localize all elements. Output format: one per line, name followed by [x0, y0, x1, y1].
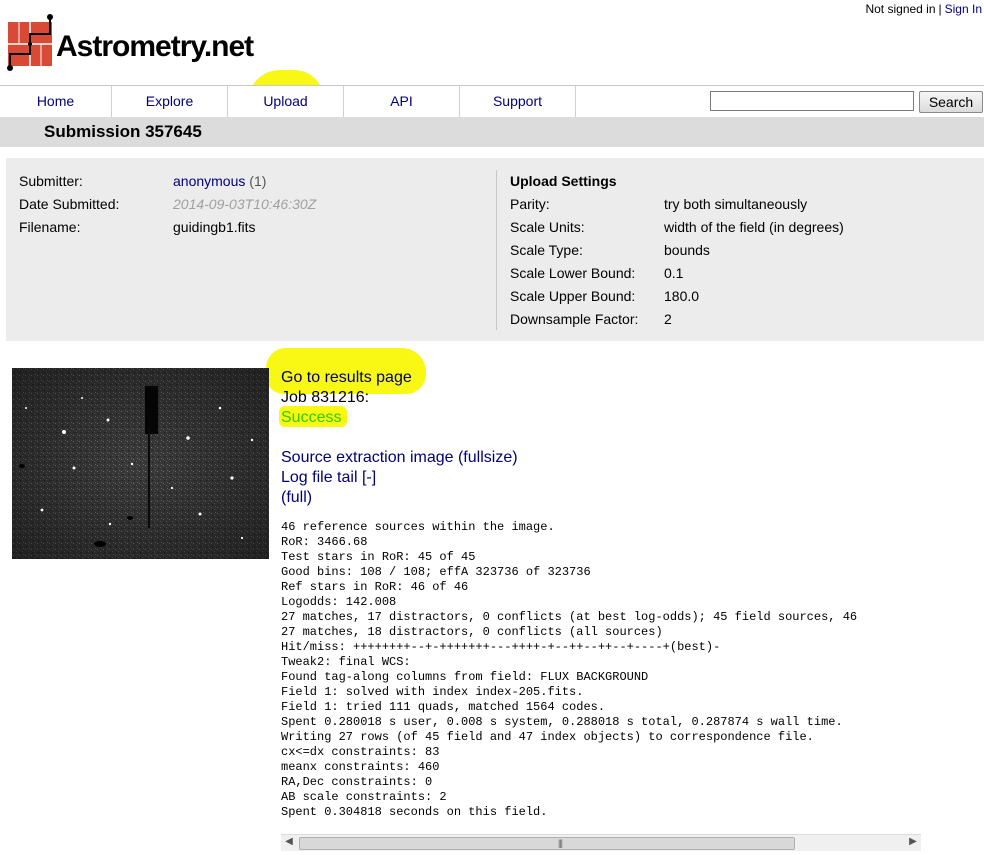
log-line: Field 1: tried 111 quads, matched 1564 c… [281, 700, 606, 714]
log-line: Tweak2: final WCS: [281, 655, 411, 669]
log-line: Test stars in RoR: 45 of 45 [281, 550, 476, 564]
auth-separator: | [938, 2, 942, 16]
scroll-left-icon[interactable]: ◀ [281, 836, 297, 847]
downsample-value: 2 [664, 311, 672, 327]
log-full-link[interactable]: (full) [281, 489, 312, 507]
date-label: Date Submitted: [19, 196, 120, 212]
page-title: Submission 357645 [44, 122, 202, 141]
submitter-link[interactable]: anonymous [173, 173, 245, 189]
log-line: Ref stars in RoR: 46 of 46 [281, 580, 469, 594]
log-line: Hit/miss: ++++++++--+-+++++++---++++-+--… [281, 640, 721, 654]
log-line: Spent 0.280018 s user, 0.008 s system, 0… [281, 715, 843, 729]
upload-settings-heading: Upload Settings [510, 173, 617, 189]
logo-text: Astrometry.net [56, 30, 254, 63]
main-nav: Home Explore Upload API Support Search [0, 85, 984, 118]
scale-lower-label: Scale Lower Bound: [510, 265, 636, 281]
log-line: AB scale constraints: 2 [281, 790, 447, 804]
auth-status: Not signed in | Sign In [865, 2, 982, 16]
tab-explore[interactable]: Explore [112, 86, 228, 117]
log-horizontal-scrollbar[interactable]: ◀ ||| ▶ [281, 834, 921, 851]
job-label: Job 831216: [281, 389, 370, 406]
tab-support[interactable]: Support [460, 86, 576, 117]
scrollbar-thumb[interactable]: ||| [299, 837, 795, 850]
scale-upper-label: Scale Upper Bound: [510, 288, 636, 304]
submitter-value: anonymous (1) [173, 173, 266, 189]
scroll-right-icon[interactable]: ▶ [905, 836, 921, 847]
log-line: 27 matches, 18 distractors, 0 conflicts … [281, 625, 663, 639]
log-line: Spent 0.304818 seconds on this field. [281, 805, 548, 819]
tab-api[interactable]: API [344, 86, 460, 117]
log-line: 46 reference sources within the image. [281, 520, 555, 534]
title-bar: Submission 357645 [0, 117, 984, 147]
site-logo[interactable]: Astrometry.net [4, 12, 254, 74]
log-line: Writing 27 rows (of 45 field and 47 inde… [281, 730, 814, 744]
log-line: Found tag-along columns from field: FLUX… [281, 670, 649, 684]
parity-label: Parity: [510, 196, 550, 212]
log-line: 27 matches, 17 distractors, 0 conflicts … [281, 610, 858, 624]
log-line: Logodds: 142.008 [281, 595, 397, 609]
parity-value: try both simultaneously [664, 196, 808, 212]
search-button[interactable]: Search [919, 91, 983, 113]
log-line: Field 1: solved with index index-205.fit… [281, 685, 584, 699]
scale-units-label: Scale Units: [510, 219, 585, 235]
log-line: cx<=dx constraints: 83 [281, 745, 440, 759]
filename-label: Filename: [19, 219, 81, 235]
scale-upper-value: 180.0 [664, 288, 700, 304]
scale-units-value: width of the field (in degrees) [664, 219, 844, 235]
sign-in-link[interactable]: Sign In [945, 2, 982, 16]
submitter-count: (1) [249, 173, 267, 189]
scale-lower-value: 0.1 [664, 265, 684, 281]
log-line: meanx constraints: 460 [281, 760, 440, 774]
job-status: Success [281, 409, 342, 426]
signed-out-text: Not signed in [865, 2, 936, 16]
log-line: RA,Dec constraints: 0 [281, 775, 433, 789]
star-field-image [12, 368, 269, 559]
results-page-link[interactable]: Go to results page [281, 369, 412, 387]
downsample-label: Downsample Factor: [510, 311, 639, 327]
scale-type-label: Scale Type: [510, 242, 583, 258]
submitter-label: Submitter: [19, 173, 83, 189]
filename-value: guidingb1.fits [173, 219, 256, 235]
search-input[interactable] [710, 91, 914, 111]
tab-upload[interactable]: Upload [228, 86, 344, 117]
log-tail-link[interactable]: Log file tail [-] [281, 469, 376, 487]
submission-info-panel: Submitter: anonymous (1) Date Submitted:… [6, 158, 984, 341]
tab-home[interactable]: Home [0, 86, 112, 117]
logo-grid-icon [7, 14, 53, 71]
scale-type-value: bounds [664, 242, 710, 258]
grip-icon: ||| [558, 838, 563, 848]
log-line: RoR: 3466.68 [281, 535, 368, 549]
date-value: 2014-09-03T10:46:30Z [173, 196, 317, 212]
log-line: Good bins: 108 / 108; effA 323736 of 323… [281, 565, 591, 579]
panel-divider [496, 170, 497, 330]
source-extraction-link[interactable]: Source extraction image (fullsize) [281, 449, 518, 467]
log-output: 46 reference sources within the image. R… [281, 520, 857, 820]
submission-thumbnail[interactable] [12, 368, 269, 559]
